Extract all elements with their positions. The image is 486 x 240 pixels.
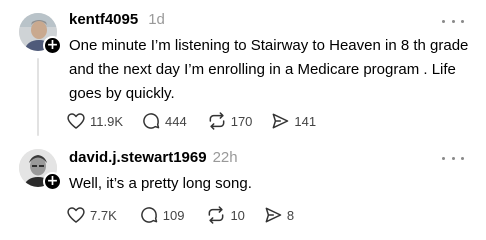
heart-icon [66,111,86,131]
thread-line [37,58,39,136]
repost-count: 170 [230,113,253,129]
share-button[interactable]: 141 [270,111,316,131]
share-count: 141 [294,113,317,129]
send-icon [270,111,290,131]
repost-icon [207,111,227,131]
more-dot [451,19,455,23]
follow-badge[interactable]: + [43,36,62,55]
post-header: kentf4095 1d [69,11,165,31]
more-dot [461,156,464,160]
action-bar: 11.9K 444 170 141 [66,110,316,132]
more-dot [461,19,464,23]
username[interactable]: kentf4095 [69,11,138,28]
follow-badge[interactable]: + [43,172,62,191]
comment-icon [139,205,159,225]
more-options-button[interactable] [442,15,464,27]
like-count: 11.9K [90,113,124,129]
reply-count: 444 [165,113,187,129]
like-count: 7.7K [90,207,117,223]
post-text: Well, it’s a pretty long song. [69,175,252,192]
like-button[interactable]: 7.7K [66,205,117,225]
avatar[interactable]: + [19,13,62,55]
send-icon [263,205,283,225]
more-options-button[interactable] [442,152,464,164]
reply-count: 109 [162,207,185,223]
repost-button[interactable]: 10 [206,205,245,225]
post: + kentf4095 1d One minute I’m listening … [0,0,486,138]
share-button[interactable]: 8 [263,205,294,225]
username[interactable]: david.j.stewart1969 [69,149,207,166]
heart-icon [66,205,86,225]
share-count: 8 [286,207,295,223]
timestamp: 1d [148,11,165,28]
reply-button[interactable]: 444 [141,111,187,131]
post-text: One minute I’m listening to Stairway to … [69,37,469,102]
reply-button[interactable]: 109 [139,205,185,225]
comment-icon [141,111,161,131]
post-header: david.j.stewart1969 22h [69,149,238,169]
repost-count: 10 [230,207,245,223]
repost-button[interactable]: 170 [207,111,253,131]
repost-icon [206,205,226,225]
like-button[interactable]: 11.9K [66,111,123,131]
timestamp: 22h [212,149,238,166]
post: + david.j.stewart1969 22h Well, it’s a p… [0,138,486,240]
action-bar: 7.7K 109 10 8 [66,204,294,226]
more-dot [451,156,455,160]
avatar[interactable]: + [19,149,62,191]
more-dot [442,19,445,23]
more-dot [442,156,445,160]
